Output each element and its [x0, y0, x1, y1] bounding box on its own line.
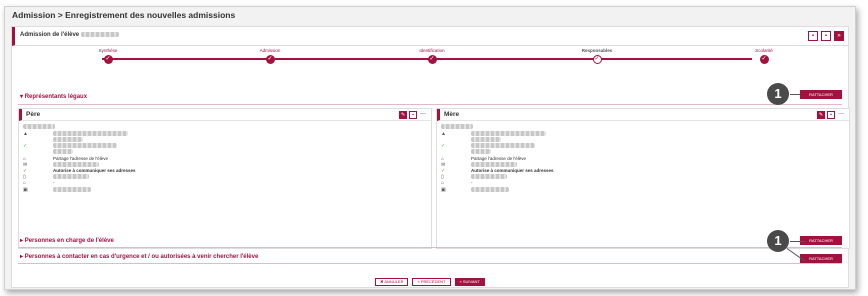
step-label: Identification [419, 48, 445, 53]
redacted-text [471, 137, 501, 143]
previous-button[interactable]: « PRÉCÉDENT [412, 278, 451, 286]
address-row [441, 149, 491, 155]
step-scolarite[interactable]: Scolarité ✓ [724, 48, 804, 64]
card-header: Père ✎ ▪ — [19, 109, 431, 121]
section-personnes-charge[interactable]: ▸ Personnes en charge de l'élève [20, 237, 114, 244]
briefcase-icon: ▣ [441, 187, 446, 193]
step-done-icon: ✓ [265, 55, 275, 64]
collapse-icon[interactable]: — [419, 111, 427, 119]
work-phone-row: ▣ [23, 187, 91, 193]
callout-badge: 1 [767, 83, 789, 105]
callout-arrow [790, 241, 806, 242]
header-button-next[interactable]: » [834, 31, 844, 41]
card-pere: Père ✎ ▪ — ▲ ✓ ⌂ Partage l'adresse de l'é… [18, 108, 432, 249]
step-done-icon: ✓ [427, 55, 437, 64]
shares-address-text: Partage l'adresse de l'élève [471, 156, 527, 161]
admission-panel: Admission de l'élève ▪ ▪ » Synthèse ✓ Ad… [11, 26, 850, 288]
step-synthese[interactable]: Synthèse ✓ [68, 48, 148, 64]
shares-address-text: Partage l'adresse de l'élève [53, 156, 109, 161]
admission-label: Admission de l'élève [20, 32, 119, 38]
step-identification[interactable]: Identification ✓ [392, 48, 472, 64]
step-done-icon: ✓ [103, 55, 113, 64]
edit-icon[interactable]: ✎ [399, 111, 407, 119]
delete-icon[interactable]: ▪ [827, 111, 835, 119]
divider [18, 263, 842, 264]
rattacher-button-representants[interactable]: RATTACHER [800, 90, 842, 99]
home-phone-text: - [53, 180, 55, 185]
header-actions: ▪ ▪ » [808, 31, 844, 41]
divider [18, 104, 842, 105]
step-label: Scolarité [755, 48, 773, 53]
card-actions: ✎ ▪ — [399, 111, 427, 119]
cancel-button[interactable]: ✖ ANNULER [375, 278, 409, 286]
authorizes-text: Autorise à communiquer ses adresses [53, 168, 136, 173]
card-header: Mère ✎ ▪ — [437, 109, 849, 121]
house-icon: ⌂ [441, 180, 445, 186]
redacted-text [53, 143, 117, 149]
work-phone-row: ▣ [441, 187, 509, 193]
section-representants[interactable]: ▾ Représentants légaux [20, 93, 87, 100]
home-phone-row: ⌂ - [441, 180, 473, 186]
redacted-text [23, 124, 55, 130]
card-title: Mère [444, 111, 460, 118]
redacted-text [441, 124, 473, 130]
redacted-text [471, 174, 507, 180]
identity-row [441, 124, 473, 130]
redacted-text [471, 187, 509, 193]
rattacher-button-contact[interactable]: RATTACHER [800, 254, 842, 263]
next-button[interactable]: » SUIVANT [454, 278, 485, 286]
step-responsables[interactable]: Responsables ✓ [557, 48, 637, 64]
step-done-icon: ✓ [759, 55, 769, 64]
delete-icon[interactable]: ▪ [409, 111, 417, 119]
app-window: Admission > Enregistrement des nouvelles… [4, 6, 856, 290]
card-mere: Mère ✎ ▪ — ▲ ✓ ⌂ Partage l'adresse de l'é… [436, 108, 850, 249]
page-title: Admission > Enregistrement des nouvelles… [12, 10, 236, 20]
header-button-2[interactable]: ▪ [821, 31, 831, 41]
address-row [23, 149, 73, 155]
redacted-text [471, 131, 546, 137]
section-personnes-contact-label: Personnes à contacter en cas d'urgence e… [24, 254, 259, 260]
admission-header: Admission de l'élève ▪ ▪ » [12, 27, 848, 46]
admission-label-text: Admission de l'élève [20, 32, 80, 39]
step-current-icon: ✓ [592, 55, 602, 64]
section-personnes-contact[interactable]: ▸ Personnes à contacter en cas d'urgence… [20, 253, 258, 260]
briefcase-icon: ▣ [23, 187, 28, 193]
footer-actions: ✖ ANNULER « PRÉCÉDENT » SUIVANT [12, 278, 848, 286]
step-label: Synthèse [98, 48, 118, 53]
redacted-text [53, 149, 73, 155]
section-representants-label: Représentants légaux [24, 94, 88, 100]
house-icon: ⌂ [23, 180, 27, 186]
redacted-text [471, 149, 491, 155]
redacted-text [53, 187, 91, 193]
authorizes-text: Autorise à communiquer ses adresses [471, 168, 554, 173]
collapse-icon[interactable]: — [837, 111, 845, 119]
redacted-text [471, 143, 535, 149]
redacted-text [53, 131, 128, 137]
redacted-text [53, 137, 83, 143]
step-admission[interactable]: Admission ✓ [230, 48, 310, 64]
section-personnes-charge-label: Personnes en charge de l'élève [24, 238, 114, 244]
home-phone-text: - [471, 180, 473, 185]
home-phone-row: ⌂ - [23, 180, 55, 186]
header-button-1[interactable]: ▪ [808, 31, 818, 41]
rattacher-button-charge[interactable]: RATTACHER [800, 236, 842, 245]
card-actions: ✎ ▪ — [817, 111, 845, 119]
divider [18, 247, 842, 248]
card-title: Père [26, 111, 41, 118]
edit-icon[interactable]: ✎ [817, 111, 825, 119]
student-name-redacted [80, 32, 119, 37]
identity-row [23, 124, 55, 130]
redacted-text [53, 162, 99, 168]
redacted-text [53, 174, 89, 180]
step-label: Admission [259, 48, 281, 53]
redacted-text [471, 162, 517, 168]
step-label: Responsables [581, 48, 613, 53]
